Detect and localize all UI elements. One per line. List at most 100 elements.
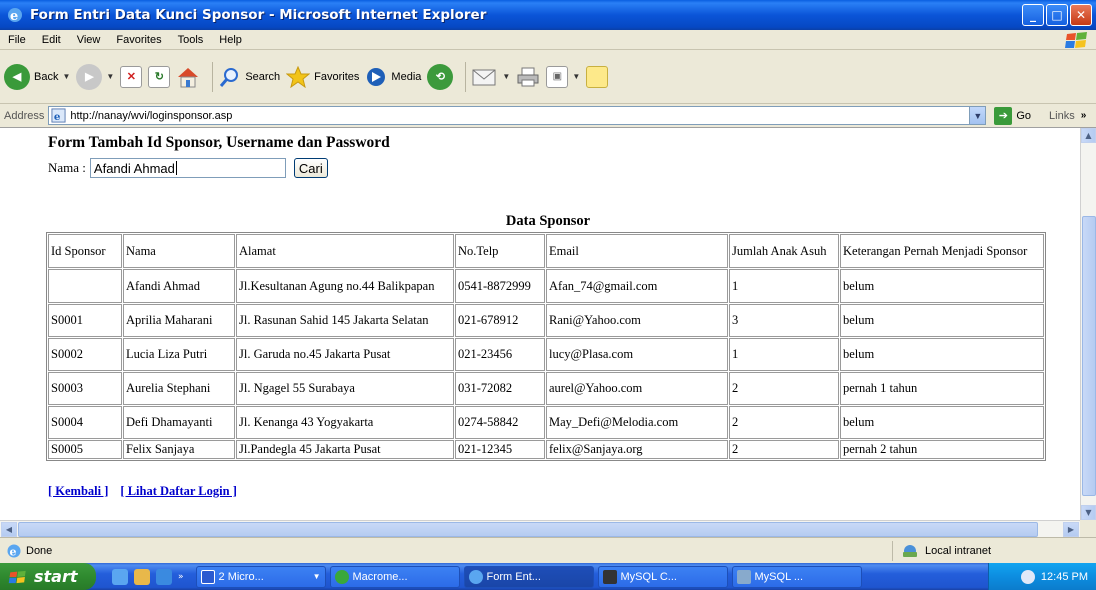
menu-help[interactable]: Help — [211, 34, 250, 46]
console-icon — [602, 569, 617, 584]
task-word[interactable]: 2 Micro... ▼ — [195, 565, 326, 588]
search-row: Nama : Afandi Ahmad Cari — [48, 158, 328, 178]
page-icon: e — [51, 108, 66, 123]
task-label: Form Ent... — [486, 570, 541, 583]
scroll-thumb[interactable] — [18, 522, 1038, 537]
horizontal-scrollbar[interactable]: ◀ ▶ — [0, 520, 1080, 537]
volume-icon[interactable] — [1020, 569, 1035, 584]
status-bar: e Done Local intranet — [0, 537, 1096, 563]
vertical-scrollbar[interactable]: ▲ ▼ — [1080, 128, 1096, 520]
go-button[interactable]: ➔ Go — [994, 106, 1032, 125]
stop-button[interactable]: ✕ — [120, 65, 143, 88]
chevron-down-icon[interactable]: ▼ — [572, 72, 580, 81]
back-link[interactable]: [ Kembali ] — [48, 484, 108, 499]
window-title-bar[interactable]: e Form Entri Data Kunci Sponsor - Micros… — [0, 0, 1096, 30]
chevron-right-icon[interactable]: » — [1081, 110, 1087, 121]
column-header: Jumlah Anak Asuh — [729, 234, 839, 268]
chevron-down-icon[interactable]: ▼ — [62, 72, 70, 81]
favorites-button[interactable]: Favorites — [286, 65, 359, 88]
media-button[interactable]: Media — [365, 66, 421, 88]
minimize-button[interactable]: _ — [1022, 4, 1044, 26]
history-icon: ⟲ — [427, 63, 454, 90]
ie-icon: e — [8, 8, 22, 24]
cell-id: S0002 — [48, 338, 122, 371]
cell-nama: Defi Dhamayanti — [123, 406, 235, 439]
scroll-corner — [1080, 520, 1096, 537]
task-macromedia[interactable]: Macrome... — [329, 565, 460, 588]
cell-jumlah: 2 — [729, 406, 839, 439]
chevron-down-icon[interactable]: ▼ — [969, 107, 986, 124]
home-icon — [178, 67, 199, 87]
forward-button[interactable]: ▶ ▼ — [76, 63, 114, 90]
cell-id: S0001 — [48, 304, 122, 337]
task-label: MySQL ... — [754, 570, 804, 583]
search-button[interactable]: Cari — [293, 158, 328, 178]
task-form-entri[interactable]: Form Ent... — [463, 565, 594, 588]
cell-telp: 021-678912 — [455, 304, 545, 337]
scroll-up-icon[interactable]: ▲ — [1081, 128, 1096, 143]
task-mysql[interactable]: MySQL ... — [731, 565, 862, 588]
address-input[interactable]: e http://nanay/wvi/loginsponsor.asp ▼ — [48, 106, 987, 125]
links-label[interactable]: Links — [1049, 110, 1075, 122]
close-button[interactable]: ✕ — [1070, 4, 1092, 26]
menu-file[interactable]: File — [0, 34, 34, 46]
sponsor-table: Id Sponsor Nama Alamat No.Telp Email Jum… — [46, 232, 1046, 461]
cell-id — [48, 269, 122, 303]
cell-telp: 021-23456 — [455, 338, 545, 371]
back-arrow-icon: ◀ — [4, 63, 30, 90]
security-zone[interactable]: Local intranet — [892, 541, 1096, 561]
clock[interactable]: 12:45 PM — [1041, 571, 1088, 583]
menu-view[interactable]: View — [69, 34, 109, 46]
search-input[interactable]: Afandi Ahmad — [89, 158, 286, 178]
scroll-left-icon[interactable]: ◀ — [1, 522, 17, 537]
back-button[interactable]: ◀ Back ▼ — [4, 63, 70, 90]
start-button[interactable]: start — [0, 563, 96, 590]
history-button[interactable]: ⟲ — [427, 63, 454, 90]
cell-nama: Aurelia Stephani — [123, 372, 235, 405]
task-mysql-c[interactable]: MySQL C... — [597, 565, 728, 588]
cell-id: S0005 — [48, 440, 122, 459]
edit-button[interactable]: ▣ ▼ — [546, 65, 580, 88]
star-icon — [286, 65, 311, 88]
login-list-link[interactable]: [ Lihat Daftar Login ] — [120, 484, 236, 499]
menu-edit[interactable]: Edit — [34, 34, 69, 46]
scroll-down-icon[interactable]: ▼ — [1081, 505, 1096, 520]
cell-nama: Felix Sanjaya — [123, 440, 235, 459]
ie-icon[interactable] — [156, 568, 172, 585]
print-button[interactable] — [516, 66, 540, 88]
chevron-down-icon[interactable]: ▼ — [106, 72, 114, 81]
menu-tools[interactable]: Tools — [170, 34, 212, 46]
media-icon — [367, 67, 386, 86]
page-content: Form Tambah Id Sponsor, Username dan Pas… — [0, 128, 1080, 520]
mail-button[interactable]: ▼ — [472, 67, 510, 87]
back-label: Back — [34, 70, 59, 83]
scroll-thumb[interactable] — [1082, 216, 1096, 496]
column-header: No.Telp — [455, 234, 545, 268]
cell-nama: Afandi Ahmad — [123, 269, 235, 303]
taskbar: start » 2 Micro... ▼ Macrome... Form Ent.… — [0, 563, 1096, 590]
chevron-right-icon[interactable]: » — [178, 572, 184, 582]
cell-keterangan: belum — [840, 406, 1044, 439]
cell-telp: 021-12345 — [455, 440, 545, 459]
messenger-button[interactable] — [586, 65, 609, 88]
cell-jumlah: 3 — [729, 304, 839, 337]
menu-favorites[interactable]: Favorites — [108, 34, 169, 46]
cell-email: felix@Sanjaya.org — [546, 440, 728, 459]
column-header: Keterangan Pernah Menjadi Sponsor — [840, 234, 1044, 268]
refresh-button[interactable]: ↻ — [148, 65, 171, 88]
cell-nama: Lucia Liza Putri — [123, 338, 235, 371]
cell-keterangan: belum — [840, 338, 1044, 371]
page-title: Form Tambah Id Sponsor, Username dan Pas… — [48, 134, 390, 151]
word-icon — [200, 569, 215, 584]
maximize-button[interactable]: □ — [1046, 4, 1068, 26]
home-button[interactable] — [176, 66, 200, 88]
search-button[interactable]: Search — [219, 66, 280, 88]
task-label: Macrome... — [352, 570, 408, 583]
chevron-down-icon: ▼ — [312, 572, 321, 581]
go-arrow-icon: ➔ — [994, 106, 1013, 125]
chevron-down-icon[interactable]: ▼ — [502, 72, 510, 81]
scroll-right-icon[interactable]: ▶ — [1063, 522, 1079, 537]
ie-icon[interactable] — [112, 568, 128, 585]
folder-icon[interactable] — [134, 568, 150, 585]
go-label: Go — [1016, 109, 1032, 122]
